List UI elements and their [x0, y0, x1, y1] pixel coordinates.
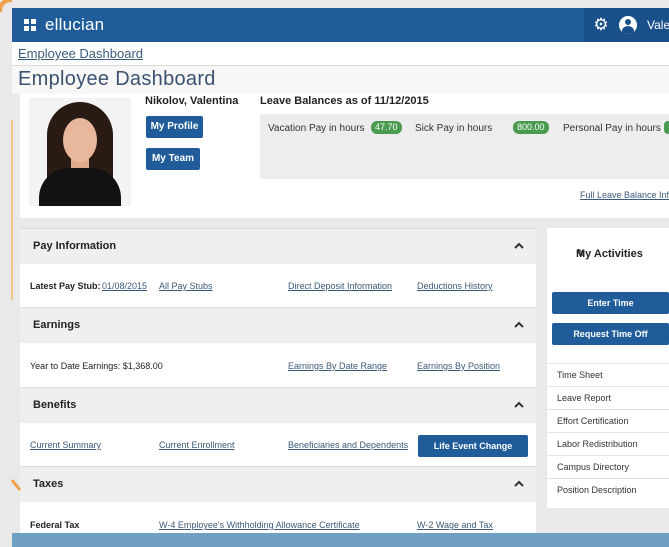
chevron-up-icon[interactable] [514, 320, 524, 330]
user-name[interactable]: Vale [647, 18, 669, 32]
earnings-body: Year to Date Earnings: $1,368.00 Earning… [20, 346, 536, 386]
main-panel: Pay Information Latest Pay Stub: 01/08/2… [20, 228, 536, 547]
my-team-button[interactable]: My Team [146, 148, 200, 170]
gear-icon[interactable]: ⚙ [592, 16, 610, 34]
activity-position-description[interactable]: Position Description [547, 478, 669, 501]
activity-leave-report[interactable]: Leave Report [547, 386, 669, 409]
taxes-header[interactable]: Taxes [20, 466, 536, 502]
chevron-up-icon[interactable] [514, 241, 524, 251]
earnings-by-date-link[interactable]: Earnings By Date Range [288, 361, 387, 371]
my-activities-title: My Activities [576, 248, 643, 260]
chevron-up-icon[interactable] [514, 479, 524, 489]
benefits-header[interactable]: Benefits [20, 387, 536, 423]
activity-effort-certification[interactable]: Effort Certification [547, 409, 669, 432]
employee-photo [29, 98, 131, 206]
chevron-up-icon[interactable] [514, 400, 524, 410]
pay-information-header[interactable]: Pay Information [20, 228, 536, 264]
leave-value-personal [664, 121, 669, 134]
federal-tax-label: Federal Tax [30, 520, 80, 530]
my-activities-header: ✎ My Activities [547, 228, 669, 278]
profile-card: Nikolov, Valentina My Profile My Team Le… [20, 94, 669, 218]
section-title: Pay Information [33, 240, 117, 252]
benefits-body: Current Summary Current Enrollment Benef… [20, 425, 536, 465]
life-event-change-button[interactable]: Life Event Change [418, 435, 528, 457]
app-grid-icon[interactable] [24, 19, 36, 31]
request-time-off-button[interactable]: Request Time Off [552, 323, 669, 345]
earnings-header[interactable]: Earnings [20, 307, 536, 343]
direct-deposit-link[interactable]: Direct Deposit Information [288, 281, 392, 291]
enter-time-button[interactable]: Enter Time [552, 292, 669, 314]
activity-campus-directory[interactable]: Campus Directory [547, 455, 669, 478]
deductions-history-link[interactable]: Deductions History [417, 281, 493, 291]
section-title: Earnings [33, 319, 81, 331]
section-title: Taxes [33, 478, 64, 490]
user-avatar-icon[interactable] [619, 16, 637, 34]
title-bar: Employee Dashboard [12, 66, 669, 94]
employee-name: Nikolov, Valentina [145, 95, 239, 107]
pay-information-body: Latest Pay Stub: 01/08/2015 All Pay Stub… [20, 266, 536, 306]
w2-link[interactable]: W-2 Wage and Tax [417, 520, 493, 530]
current-enrollment-link[interactable]: Current Enrollment [159, 440, 235, 450]
section-title: Benefits [33, 399, 77, 411]
leave-balances-title: Leave Balances as of 11/12/2015 [260, 95, 429, 107]
my-activities-panel: ✎ My Activities Enter Time Request Time … [547, 228, 669, 508]
leave-value-sick: 800.00 [513, 121, 549, 134]
activity-labor-redistribution[interactable]: Labor Redistribution [547, 432, 669, 455]
user-area: ⚙ Vale [584, 8, 669, 42]
top-navigation-bar: ellucian ⚙ Vale [12, 8, 669, 42]
page-title: Employee Dashboard [18, 68, 216, 90]
current-summary-link[interactable]: Current Summary [30, 440, 101, 450]
latest-pay-stub-label: Latest Pay Stub: [30, 281, 101, 291]
ytd-earnings: Year to Date Earnings: $1,368.00 [30, 361, 163, 371]
full-leave-balance-link[interactable]: Full Leave Balance Inf [580, 190, 669, 200]
brand-logo: ellucian [45, 15, 105, 34]
bottom-strip [12, 533, 669, 547]
breadcrumb-link[interactable]: Employee Dashboard [18, 46, 143, 61]
beneficiaries-link[interactable]: Beneficiaries and Dependents [288, 440, 408, 450]
leave-label-vacation: Vacation Pay in hours [268, 123, 365, 134]
leave-value-vacation: 47.70 [371, 121, 402, 134]
leave-label-personal: Personal Pay in hours [563, 123, 661, 134]
earnings-by-position-link[interactable]: Earnings By Position [417, 361, 500, 371]
breadcrumb-bar: Employee Dashboard [12, 42, 669, 66]
latest-pay-stub-link[interactable]: 01/08/2015 [102, 281, 147, 291]
all-pay-stubs-link[interactable]: All Pay Stubs [159, 281, 213, 291]
leave-balances-box: Vacation Pay in hours 47.70 Sick Pay in … [260, 114, 669, 179]
activity-time-sheet[interactable]: Time Sheet [547, 363, 669, 386]
my-profile-button[interactable]: My Profile [146, 116, 203, 138]
w4-link[interactable]: W-4 Employee's Withholding Allowance Cer… [159, 520, 360, 530]
leave-label-sick: Sick Pay in hours [415, 123, 493, 134]
